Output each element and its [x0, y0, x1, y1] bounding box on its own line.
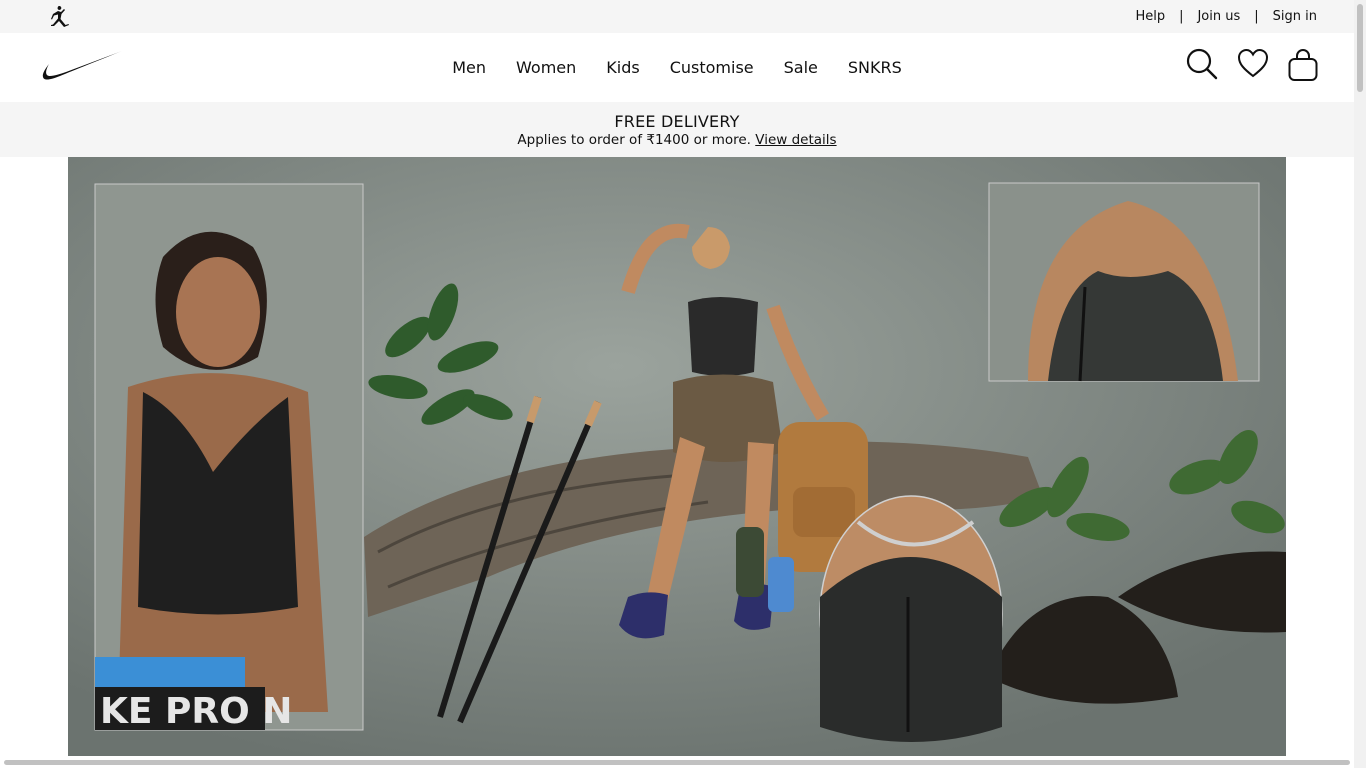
nav-item-women[interactable]: Women — [501, 58, 591, 77]
sign-in-link[interactable]: Sign in — [1273, 9, 1317, 24]
promo-banner: FREE DELIVERY Applies to order of ₹1400 … — [0, 102, 1354, 157]
hero-illustration: KE PRO N — [68, 157, 1286, 756]
heart-icon[interactable] — [1238, 48, 1268, 80]
utility-bar: Help | Join us | Sign in — [0, 0, 1354, 33]
nav-icons — [1186, 48, 1318, 82]
utility-links: Help | Join us | Sign in — [1135, 0, 1317, 33]
main-nav: Men Women Kids Customise Sale SNKRS — [0, 33, 1354, 102]
search-icon[interactable] — [1186, 48, 1218, 80]
promo-text: Applies to order of ₹1400 or more. — [517, 132, 751, 148]
category-menu: Men Women Kids Customise Sale SNKRS — [0, 33, 1354, 102]
view-details-link[interactable]: View details — [755, 132, 836, 148]
horizontal-scroll-thumb[interactable] — [4, 760, 1350, 765]
join-us-link[interactable]: Join us — [1197, 9, 1240, 24]
waistband-text: KE PRO N — [100, 691, 292, 732]
nav-item-sale[interactable]: Sale — [769, 58, 833, 77]
promo-subtitle: Applies to order of ₹1400 or more. View … — [0, 132, 1354, 148]
horizontal-scrollbar[interactable] — [0, 756, 1354, 768]
bag-icon[interactable] — [1288, 48, 1318, 82]
promo-title: FREE DELIVERY — [614, 112, 740, 131]
hero-banner[interactable]: KE PRO N — [68, 157, 1286, 756]
help-link[interactable]: Help — [1135, 9, 1165, 24]
nav-item-kids[interactable]: Kids — [591, 58, 654, 77]
vertical-scrollbar[interactable] — [1354, 0, 1366, 768]
jumpman-icon[interactable] — [44, 4, 72, 30]
nav-item-men[interactable]: Men — [437, 58, 501, 77]
vertical-scroll-thumb[interactable] — [1357, 4, 1363, 92]
separator: | — [1179, 9, 1184, 24]
separator: | — [1254, 9, 1259, 24]
nav-item-customise[interactable]: Customise — [655, 58, 769, 77]
nav-item-snkrs[interactable]: SNKRS — [833, 58, 917, 77]
